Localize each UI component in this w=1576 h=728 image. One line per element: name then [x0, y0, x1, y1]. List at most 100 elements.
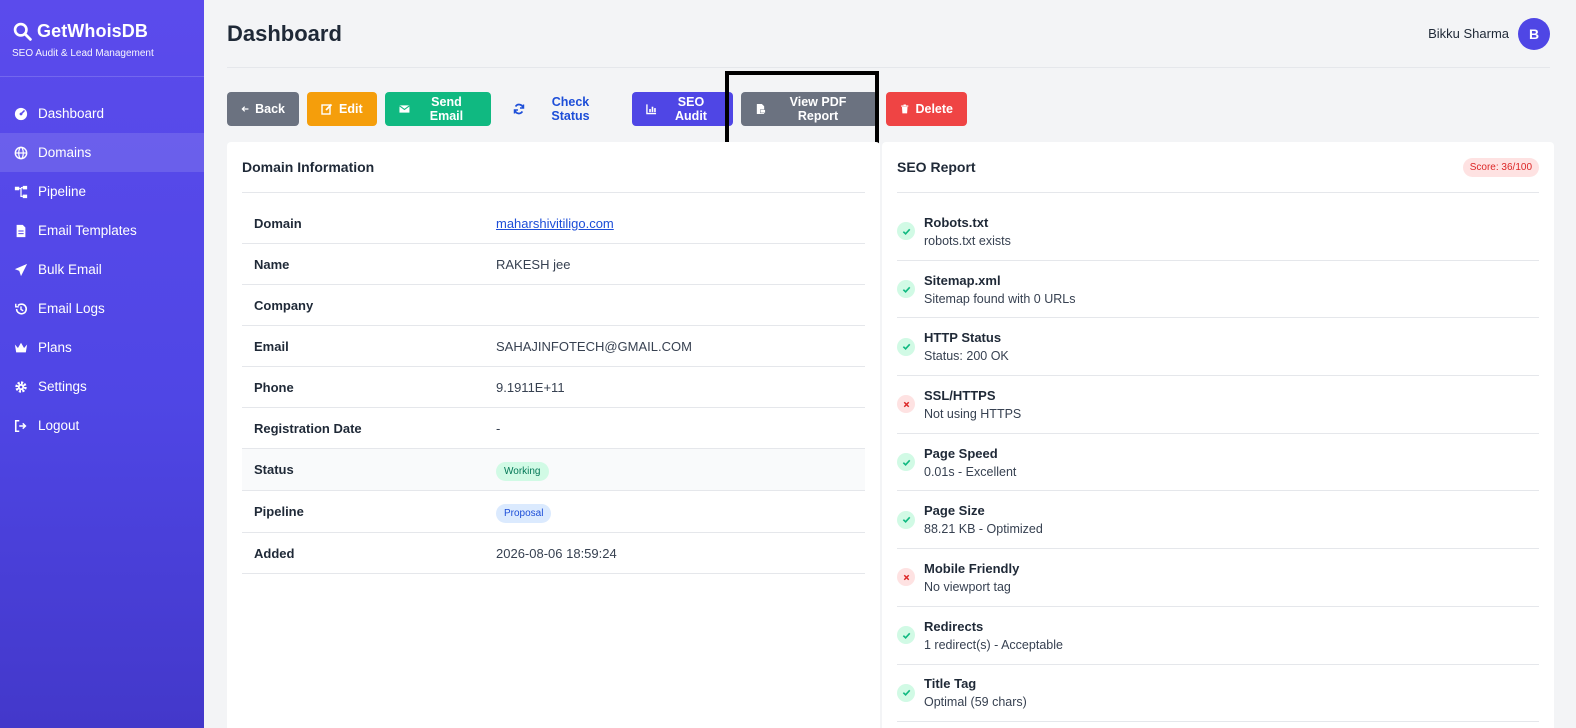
x-icon — [897, 568, 915, 587]
sidebar-item-label: Logout — [38, 418, 80, 433]
seo-item-desc: Not using HTTPS — [924, 406, 1022, 421]
gauge-icon — [13, 106, 29, 122]
user-name: Bikku Sharma — [1428, 26, 1509, 41]
avatar[interactable]: B — [1518, 17, 1550, 50]
list-item: Page Speed 0.01s - Excellent — [897, 434, 1539, 492]
view-pdf-label: View PDF Report — [789, 95, 847, 123]
table-row: Domain maharshivitiligo.com — [242, 203, 865, 244]
edit-icon — [321, 103, 333, 115]
sidebar-item-dashboard[interactable]: Dashboard — [0, 94, 204, 133]
sidebar-item-label: Bulk Email — [38, 262, 102, 277]
seo-audit-button[interactable]: SEO Audit — [632, 92, 733, 126]
row-label: Status — [254, 462, 294, 477]
table-row: Name RAKESH jee — [242, 244, 865, 285]
row-value: RAKESH jee — [496, 256, 571, 272]
sidebar-item-pipeline[interactable]: Pipeline — [0, 172, 204, 211]
sidebar-item-email-templates[interactable]: Email Templates — [0, 211, 204, 250]
row-label: Phone — [254, 379, 294, 395]
logout-icon — [13, 418, 29, 434]
seo-item-title: Redirects — [924, 618, 984, 634]
seo-item-desc: Status: 200 OK — [924, 349, 1009, 364]
seo-item-title: Title Tag — [924, 676, 977, 692]
sidebar-nav: Dashboard Domains Pipeline Email Templat… — [0, 94, 204, 445]
seo-item-title: Page Speed — [924, 445, 998, 461]
row-value: - — [496, 420, 501, 436]
page-title: Dashboard — [227, 20, 342, 46]
check-status-label: Check Status — [551, 95, 590, 123]
card-header: Domain Information — [242, 142, 865, 193]
sidebar-item-email-logs[interactable]: Email Logs — [0, 289, 204, 328]
history-icon — [13, 301, 29, 317]
trash-icon — [901, 104, 909, 114]
sidebar-item-domains[interactable]: Domains — [0, 133, 204, 172]
crown-icon — [13, 340, 29, 356]
check-icon — [897, 510, 915, 529]
action-toolbar: Back Edit Send Email Check Status SEO Au… — [227, 92, 967, 126]
domain-link[interactable]: maharshivitiligo.com — [496, 216, 614, 231]
seo-item-desc: robots.txt exists — [924, 233, 1011, 248]
table-row: Registration Date - — [242, 408, 865, 449]
check-icon — [897, 683, 915, 702]
seo-item-title: Mobile Friendly — [924, 560, 1020, 576]
status-badge: Working — [496, 462, 549, 481]
row-value: 9.1911E+11 — [496, 379, 565, 395]
sidebar-item-bulk-email[interactable]: Bulk Email — [0, 250, 204, 289]
list-item: HTTP Status Status: 200 OK — [897, 318, 1539, 377]
list-item: Page Size 88.21 KB - Optimized — [897, 491, 1539, 550]
score-badge: Score: 36/100 — [1462, 157, 1539, 177]
sidebar-item-label: Settings — [38, 379, 87, 394]
list-item: Redirects 1 redirect(s) - Acceptable — [897, 607, 1539, 665]
row-label: Pipeline — [254, 504, 304, 519]
check-icon — [897, 453, 915, 472]
arrow-left-icon — [241, 106, 249, 112]
user-menu[interactable]: Bikku Sharma B — [1428, 17, 1550, 50]
file-icon — [13, 223, 29, 239]
pipeline-badge: Proposal — [496, 504, 552, 523]
card-title: Domain Information — [242, 159, 375, 175]
sidebar-item-logout[interactable]: Logout — [0, 406, 204, 445]
delete-label: Delete — [915, 102, 953, 116]
seo-item-title: HTTP Status — [924, 330, 1002, 346]
seo-item-desc: No viewport tag — [924, 579, 1011, 594]
brand-subtitle: SEO Audit & Lead Management — [12, 48, 154, 59]
brand: GetWhoisDB SEO Audit & Lead Management — [0, 0, 204, 77]
edit-label: Edit — [339, 102, 363, 116]
table-row: Company — [242, 285, 865, 326]
edit-button[interactable]: Edit — [307, 92, 377, 126]
main-content: Dashboard Bikku Sharma B Back Edit Send … — [204, 0, 1576, 728]
row-label: Added — [254, 545, 295, 561]
paper-plane-icon — [13, 262, 29, 278]
view-pdf-report-button[interactable]: View PDF Report — [741, 92, 878, 126]
seo-item-desc: Sitemap found with 0 URLs — [924, 291, 1076, 306]
sidebar-item-label: Domains — [38, 145, 92, 160]
back-label: Back — [255, 102, 285, 116]
chart-bar-icon — [646, 104, 657, 115]
table-row: Phone 9.1911E+11 — [242, 367, 865, 408]
sidebar-item-label: Dashboard — [38, 106, 105, 121]
seo-item-desc: 88.21 KB - Optimized — [924, 522, 1043, 537]
list-item: Mobile Friendly No viewport tag — [897, 549, 1539, 607]
check-status-button[interactable]: Check Status — [499, 92, 624, 126]
check-icon — [897, 222, 915, 241]
sidebar-item-label: Email Templates — [38, 223, 137, 238]
sync-icon — [513, 103, 525, 115]
seo-item-desc: Optimal (59 chars) — [924, 695, 1027, 710]
table-row: Pipeline Proposal — [242, 491, 865, 533]
topbar: Dashboard Bikku Sharma B — [227, 0, 1550, 68]
domain-info-table: Domain maharshivitiligo.com Name RAKESH … — [242, 203, 865, 574]
card-header: SEO Report Score: 36/100 — [897, 142, 1539, 193]
sidebar-item-plans[interactable]: Plans — [0, 328, 204, 367]
send-email-button[interactable]: Send Email — [385, 92, 491, 126]
search-icon — [13, 22, 32, 41]
delete-button[interactable]: Delete — [886, 92, 967, 126]
gear-icon — [13, 379, 29, 395]
envelope-icon — [399, 105, 410, 113]
send-email-label: Send Email — [429, 95, 464, 123]
back-button[interactable]: Back — [227, 92, 299, 126]
list-item: SSL/HTTPS Not using HTTPS — [897, 376, 1539, 434]
seo-item-desc: 0.01s - Excellent — [924, 464, 1017, 479]
seo-item-title: SSL/HTTPS — [924, 387, 996, 403]
sidebar-item-settings[interactable]: Settings — [0, 367, 204, 406]
row-label: Registration Date — [254, 420, 362, 436]
check-icon — [897, 626, 915, 645]
